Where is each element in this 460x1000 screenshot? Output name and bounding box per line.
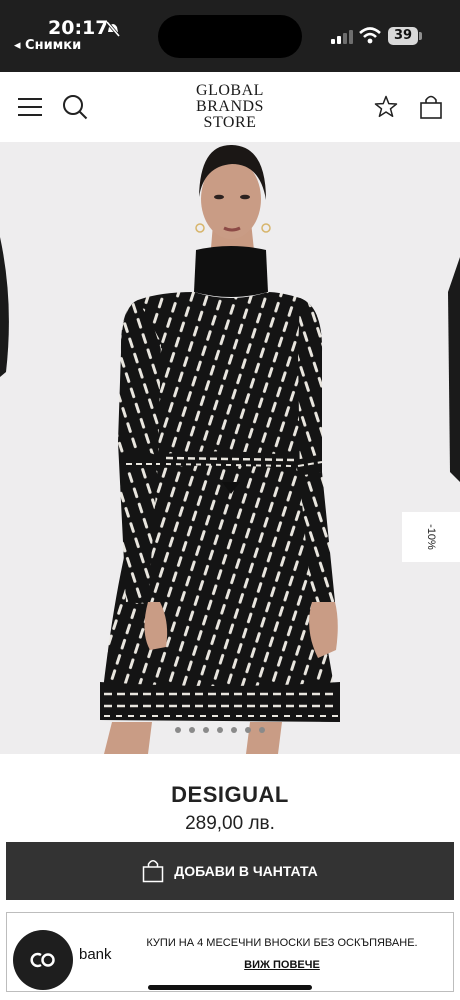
dress-photo — [0, 142, 460, 754]
dynamic-island — [158, 15, 302, 58]
home-indicator[interactable] — [148, 985, 312, 990]
wishlist-star-icon[interactable] — [374, 95, 398, 119]
wifi-icon — [359, 27, 381, 44]
bell-slash-icon — [105, 21, 121, 37]
battery-indicator: 39 — [388, 27, 418, 45]
bag-icon — [143, 860, 164, 883]
search-icon[interactable] — [62, 94, 88, 120]
status-bar: 20:17 ◂ Снимки 39 — [0, 0, 460, 72]
co-bank-badge[interactable] — [13, 930, 73, 990]
product-image[interactable] — [0, 142, 460, 754]
installments-banner: bank КУПИ НА 4 МЕСЕЧНИ ВНОСКИ БЕЗ ОСКЪПЯ… — [6, 912, 454, 992]
cellular-signal-icon — [331, 30, 353, 44]
installment-text: КУПИ НА 4 МЕСЕЧНИ ВНОСКИ БЕЗ ОСКЪПЯВАНЕ. — [146, 937, 418, 949]
see-more-link[interactable]: ВИЖ ПОВЕЧЕ — [132, 959, 432, 971]
product-price: 289,00 лв. — [185, 813, 275, 834]
add-to-bag-button[interactable]: ДОБАВИ В ЧАНТАТА — [6, 842, 454, 900]
site-logo[interactable]: GLOBAL BRANDS STORE — [180, 83, 280, 131]
logo-line: BRANDS — [196, 98, 264, 115]
site-header: GLOBAL BRANDS STORE — [0, 72, 460, 142]
status-time: 20:17 — [48, 17, 109, 39]
shopping-bag-icon[interactable] — [419, 94, 443, 120]
hamburger-menu-icon[interactable] — [18, 98, 42, 116]
co-logo-icon — [30, 952, 55, 968]
discount-label: -10% — [425, 524, 437, 550]
discount-badge: -10% — [402, 512, 460, 562]
logo-line: STORE — [203, 114, 257, 131]
back-to-photos-link[interactable]: ◂ Снимки — [14, 38, 81, 53]
add-to-bag-label: ДОБАВИ В ЧАНТАТА — [174, 863, 318, 879]
battery-tip — [419, 32, 422, 40]
logo-line: GLOBAL — [196, 82, 264, 99]
product-brand: DESIGUAL — [171, 782, 289, 807]
bank-label: bank — [79, 946, 112, 963]
